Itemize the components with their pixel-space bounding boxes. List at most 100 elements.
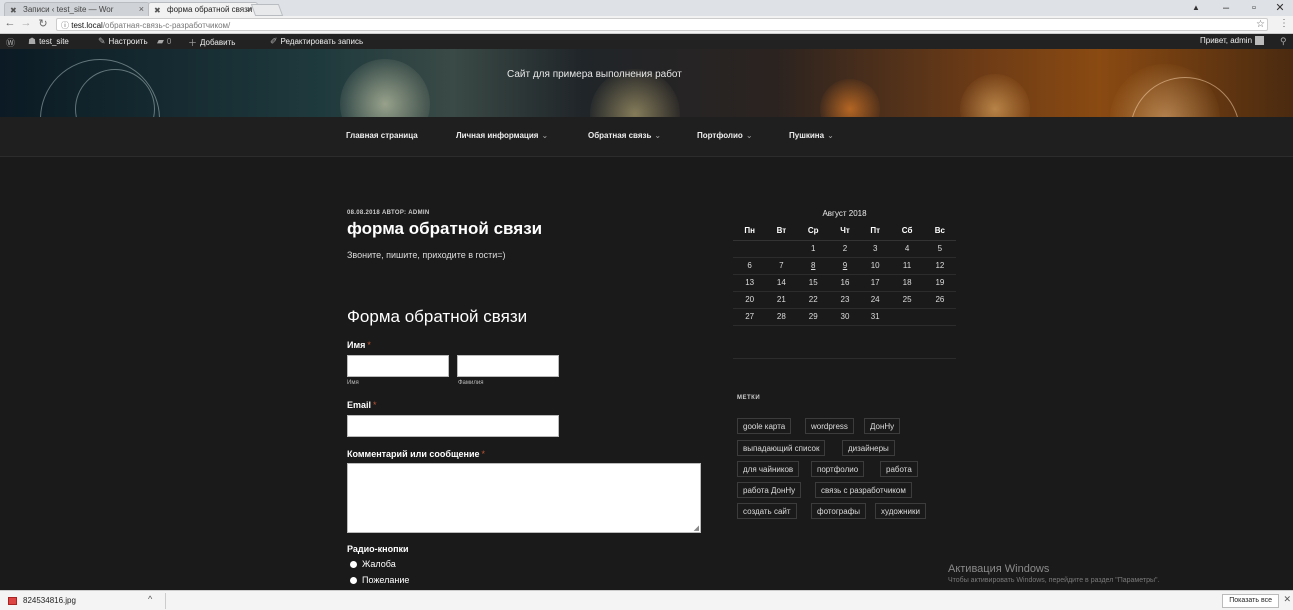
weekday: Ср	[796, 222, 830, 241]
resize-handle-icon[interactable]: ◢	[694, 524, 699, 532]
email-label: Email *	[347, 400, 377, 410]
tag-link[interactable]: для чайников	[737, 461, 800, 477]
browser-menu-icon[interactable]: ⋮	[1279, 18, 1289, 29]
minimize-button[interactable]: –	[1212, 0, 1240, 16]
calendar-day: 15	[796, 274, 830, 292]
downloads-bar: 824534816.jpg ^ Показать все ✕	[0, 590, 1293, 610]
calendar-day: 29	[796, 308, 830, 326]
tag-link[interactable]: выпадающий список	[737, 440, 826, 456]
site-description: Сайт для примера выполнения работ	[507, 69, 682, 80]
nav-item-pushkina[interactable]: Пушкина ⌄	[789, 131, 834, 140]
windows-watermark-title: Активация Windows	[948, 563, 1050, 575]
pencil-icon: ✐	[270, 36, 278, 46]
back-arrow-icon[interactable]: ←	[3, 17, 17, 29]
admin-site-link[interactable]: ☗ test_site	[28, 36, 69, 47]
chevron-down-icon: ⌄	[827, 131, 834, 140]
tag-link[interactable]: goole карта	[737, 418, 792, 434]
calendar-day-link[interactable]: 8	[796, 257, 830, 275]
maximize-button[interactable]: ▫	[1240, 0, 1268, 16]
calendar-day: 20	[733, 291, 767, 309]
calendar-day: 30	[830, 308, 860, 326]
first-name-input[interactable]	[347, 355, 449, 377]
image-file-icon	[8, 596, 17, 605]
close-tab-icon[interactable]: ×	[139, 4, 144, 14]
browser-tab-records[interactable]: ✖ Записи ‹ test_site — Wor ×	[4, 2, 150, 16]
tag-link[interactable]: фотографы	[811, 503, 867, 519]
admin-edit-post-link[interactable]: ✐ Редактировать запись	[270, 36, 363, 47]
weekday: Пт	[860, 222, 891, 241]
tag-link[interactable]: портфолио	[811, 461, 865, 477]
tag-link[interactable]: художники	[875, 503, 926, 519]
calendar-week: 27 28 29 30 31	[733, 308, 956, 326]
admin-customize-link[interactable]: ✎ Настроить	[98, 36, 148, 47]
radio-complaint[interactable]: Жалоба	[350, 559, 396, 569]
main-navigation: Главная страница Личная информация ⌄ Обра…	[0, 117, 1293, 157]
profile-icon[interactable]: ▲	[1182, 0, 1210, 16]
tag-link[interactable]: создать сайт	[737, 503, 797, 519]
windows-watermark-text: Чтобы активировать Windows, перейдите в …	[948, 577, 1160, 584]
brush-icon: ✎	[98, 36, 106, 46]
weekday: Пн	[733, 222, 767, 241]
calendar-week: 6 7 8 9 10 11 12	[733, 257, 956, 275]
calendar-day: 6	[733, 257, 767, 275]
radio-wish[interactable]: Пожелание	[350, 575, 409, 585]
tag-link[interactable]: wordpress	[805, 418, 854, 434]
close-icon[interactable]: ✕	[1283, 594, 1291, 605]
calendar-day	[766, 240, 797, 258]
comment-label: Комментарий или сообщение *	[347, 449, 486, 459]
calendar-day-link[interactable]: 9	[830, 257, 860, 275]
show-all-button[interactable]: Показать все	[1222, 594, 1279, 608]
wp-admin-bar: Ⓦ ☗ test_site ✎ Настроить ▰ 0 ＋ Добавить ✐ Ре…	[0, 34, 1293, 49]
browser-tab-feedback[interactable]: ✖ форма обратной связи ×	[148, 2, 258, 16]
calendar-day	[890, 308, 924, 326]
required-mark: *	[367, 340, 371, 350]
chevron-down-icon: ⌄	[745, 131, 753, 140]
forward-arrow-icon[interactable]: →	[19, 17, 33, 29]
nav-item-personal-info[interactable]: Личная информация ⌄	[456, 131, 548, 140]
calendar-caption: Август 2018	[822, 209, 867, 218]
calendar-day: 3	[860, 240, 891, 258]
calendar-widget: Пн Вт Ср Чт Пт Сб Вс 1 2 3 4 5 6 7 8 9 1…	[733, 222, 956, 326]
calendar-day: 4	[890, 240, 924, 258]
bookmark-star-icon[interactable]: ☆	[1256, 19, 1265, 30]
calendar-day: 25	[890, 291, 924, 309]
nav-item-feedback[interactable]: Обратная связь ⌄	[588, 131, 661, 140]
plus-icon: ＋	[188, 38, 198, 48]
calendar-day: 24	[860, 291, 891, 309]
tab-title: Записи ‹ test_site — Wor	[23, 5, 114, 14]
header-banner: Сайт для примера выполнения работ	[0, 49, 1293, 117]
calendar-day	[923, 308, 956, 326]
tag-link[interactable]: работа	[880, 461, 918, 477]
calendar-day: 7	[766, 257, 797, 275]
site-favicon-icon: ✖	[10, 6, 17, 15]
nav-item-home[interactable]: Главная страница	[346, 131, 418, 140]
address-bar: ← → ↻ ⓘ test.local/обратная-связь-с-разр…	[0, 16, 1293, 34]
tag-link[interactable]: ДонНу	[864, 418, 901, 434]
tag-link[interactable]: работа ДонНу	[737, 482, 802, 498]
wordpress-logo-icon[interactable]: Ⓦ	[6, 36, 15, 49]
chevron-up-icon[interactable]: ^	[148, 594, 152, 604]
url-host: test.local	[71, 21, 103, 30]
url-input[interactable]: ⓘ test.local/обратная-связь-с-разработчи…	[56, 18, 1268, 31]
calendar-day: 27	[733, 308, 767, 326]
admin-add-new-link[interactable]: ＋ Добавить	[188, 36, 235, 49]
last-name-input[interactable]	[457, 355, 559, 377]
form-title: Форма обратной связи	[347, 307, 528, 326]
nav-item-portfolio[interactable]: Портфолио ⌄	[697, 131, 753, 140]
new-tab-button[interactable]	[250, 4, 284, 16]
dashboard-icon: ☗	[28, 36, 37, 46]
tag-link[interactable]: дизайнеры	[842, 440, 895, 456]
calendar-day: 21	[766, 291, 797, 309]
close-window-button[interactable]: ✕	[1266, 0, 1293, 16]
admin-comments-link[interactable]: ▰ 0	[157, 36, 171, 47]
admin-search-icon[interactable]: ⚲	[1280, 36, 1287, 47]
calendar-day: 10	[860, 257, 891, 275]
download-item[interactable]: 824534816.jpg	[8, 596, 76, 605]
admin-account-link[interactable]: Привет, admin	[1200, 36, 1265, 45]
reload-icon[interactable]: ↻	[36, 17, 50, 30]
last-name-sublabel: Фамилия	[458, 380, 484, 386]
calendar-day: 1	[796, 240, 830, 258]
comment-textarea[interactable]: ◢	[347, 463, 701, 533]
tag-link[interactable]: связь с разработчиком	[815, 482, 912, 498]
email-field[interactable]	[347, 415, 559, 437]
